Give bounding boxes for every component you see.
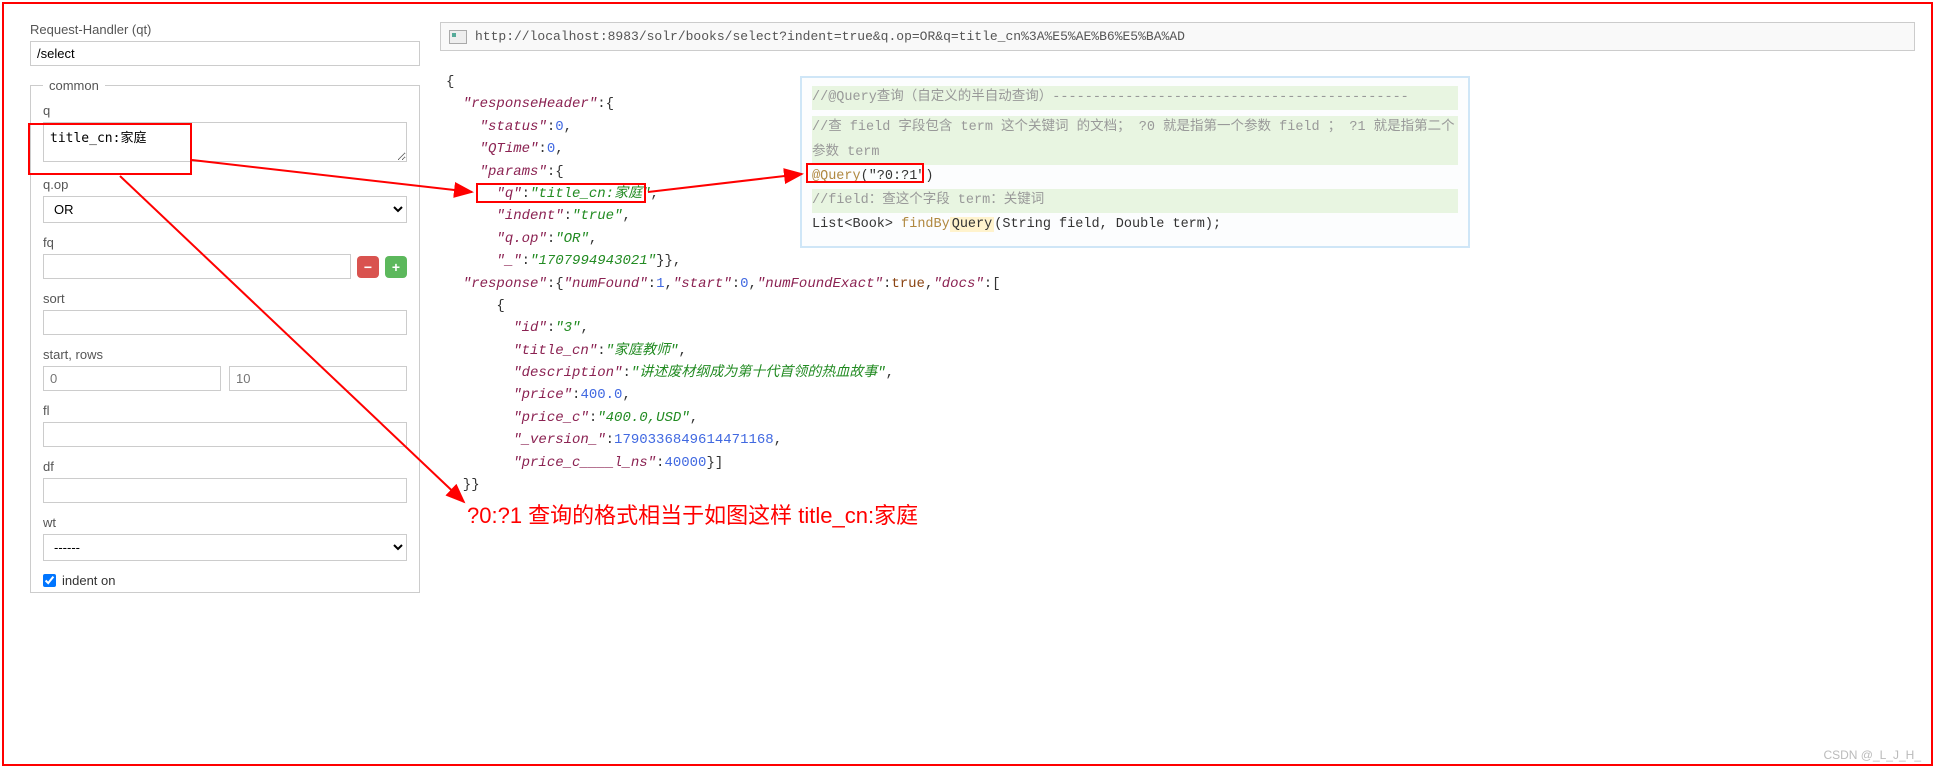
json-start: 0: [740, 276, 748, 292]
q-group: q title_cn:家庭: [43, 103, 407, 165]
json-doc-pricecns: 40000: [664, 455, 706, 471]
annotation-bottom-text: ?0:?1 查询的格式相当于如图这样 title_cn:家庭: [467, 498, 918, 530]
code-method-post: (String field, Double term);: [994, 217, 1221, 232]
fq-row: − +: [43, 254, 407, 279]
qop-group: q.op OR: [43, 177, 407, 223]
code-query-anno-line: @Query("?0:?1"): [812, 165, 1458, 189]
fq-remove-button[interactable]: −: [357, 256, 379, 278]
json-param-indent: true: [580, 208, 614, 224]
fl-group: fl: [43, 403, 407, 447]
url-bar: http://localhost:8983/solr/books/select?…: [440, 22, 1915, 51]
code-anno-arg: ("?0:?1"): [861, 169, 934, 184]
df-group: df: [43, 459, 407, 503]
json-numfound: 1: [656, 276, 664, 292]
url-icon: [449, 30, 467, 44]
code-method-pre: List<Book>: [812, 217, 901, 232]
json-doc-version: 1790336849614471168: [614, 432, 774, 448]
json-doc-title: 家庭教师: [614, 343, 670, 359]
qop-select[interactable]: OR: [43, 196, 407, 223]
json-doc-pricec: 400.0,USD: [606, 410, 682, 426]
code-anno-atquery: @Query: [812, 169, 861, 184]
request-handler-label: Request-Handler (qt): [30, 22, 420, 37]
code-method-fn: findBy: [901, 217, 950, 232]
json-doc-price: 400.0: [580, 387, 622, 403]
url-text[interactable]: http://localhost:8983/solr/books/select?…: [475, 29, 1185, 44]
start-rows-group: start, rows: [43, 347, 407, 391]
code-comment-2: //查 field 字段包含 term 这个关键词 的文档； ?0 就是指第一个…: [812, 120, 1455, 159]
json-doc-id: 3: [564, 320, 572, 336]
df-label: df: [43, 459, 407, 474]
sort-group: sort: [43, 291, 407, 335]
fl-input[interactable]: [43, 422, 407, 447]
start-rows-row: [43, 366, 407, 391]
fq-label: fq: [43, 235, 407, 250]
rows-input[interactable]: [229, 366, 407, 391]
qop-label: q.op: [43, 177, 407, 192]
indent-label: indent on: [62, 573, 116, 588]
sort-input[interactable]: [43, 310, 407, 335]
sort-label: sort: [43, 291, 407, 306]
fq-group: fq − +: [43, 235, 407, 279]
watermark: CSDN @_L_J_H_: [1823, 748, 1921, 762]
query-form-panel: Request-Handler (qt) common q title_cn:家…: [30, 22, 420, 593]
start-input[interactable]: [43, 366, 221, 391]
q-label: q: [43, 103, 407, 118]
wt-label: wt: [43, 515, 407, 530]
json-qtime: 0: [547, 141, 555, 157]
common-fieldset: common q title_cn:家庭 q.op OR fq − + sort…: [30, 78, 420, 593]
wt-group: wt ------: [43, 515, 407, 561]
indent-row: indent on: [43, 573, 407, 588]
json-status: 0: [555, 119, 563, 135]
json-param-q: title_cn:家庭: [538, 186, 642, 202]
fq-input[interactable]: [43, 254, 351, 279]
fl-label: fl: [43, 403, 407, 418]
fq-add-button[interactable]: +: [385, 256, 407, 278]
indent-checkbox[interactable]: [43, 574, 56, 587]
code-overlay-box: //@Query查询（自定义的半自动查询）-------------------…: [800, 76, 1470, 248]
json-param-qop: OR: [564, 231, 581, 247]
code-method-line: List<Book> findByQuery(String field, Dou…: [812, 213, 1458, 237]
json-param-underscore: 1707994943021: [538, 253, 647, 269]
request-handler-input[interactable]: [30, 41, 420, 66]
wt-select[interactable]: ------: [43, 534, 407, 561]
code-comment-3: //field：查这个字段 term：关键词: [812, 193, 1044, 208]
request-handler-group: Request-Handler (qt): [30, 22, 420, 66]
json-doc-description: 讲述废材纲成为第十代首领的热血故事: [639, 365, 877, 381]
df-input[interactable]: [43, 478, 407, 503]
code-method-hl: Query: [950, 217, 995, 232]
q-input[interactable]: title_cn:家庭: [43, 122, 407, 162]
start-rows-label: start, rows: [43, 347, 407, 362]
json-numfoundexact: true: [891, 276, 925, 292]
code-comment-1: //@Query查询（自定义的半自动查询）-------------------…: [812, 90, 1409, 105]
common-legend: common: [43, 78, 105, 93]
